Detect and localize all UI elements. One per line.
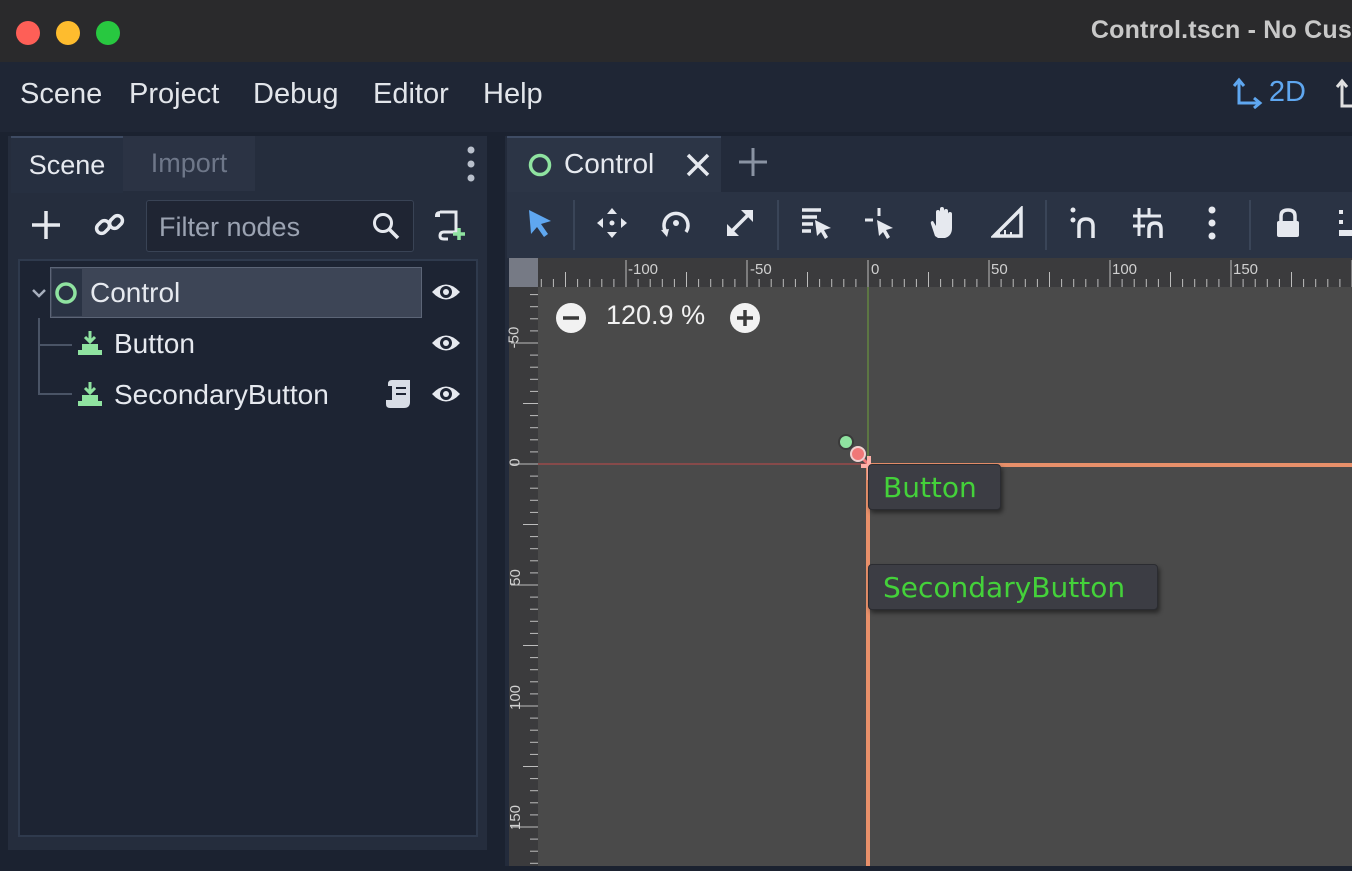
tree-label-control: Control — [90, 277, 181, 308]
ruler-v-label: 100 — [507, 684, 525, 711]
control-node-icon — [528, 153, 552, 177]
menu-help[interactable]: Help — [483, 78, 543, 111]
tree-label-secondary-button[interactable]: SecondaryButton — [114, 379, 329, 411]
ruler-v-label: 0 — [506, 458, 524, 467]
lock-icon[interactable] — [1271, 206, 1305, 240]
2d-axis-icon — [1232, 77, 1263, 109]
tab-scene[interactable]: Scene — [11, 136, 123, 193]
add-node-icon[interactable] — [30, 209, 62, 241]
ruler-tool-icon[interactable] — [991, 206, 1025, 240]
snap-options-icon[interactable] — [1195, 206, 1229, 240]
ruler-h-label: -100 — [628, 261, 659, 278]
minimize-window-button[interactable] — [56, 21, 80, 45]
3d-axis-icon — [1335, 78, 1352, 108]
zoom-in-icon[interactable] — [729, 302, 761, 334]
pivot-handle — [838, 434, 854, 450]
ruler-h-label: 100 — [1112, 261, 1138, 278]
menu-editor[interactable]: Editor — [373, 78, 449, 111]
tree-label-button[interactable]: Button — [114, 328, 195, 360]
vertical-ruler: -50 0 50 100 150 — [505, 287, 538, 866]
pivot-mode-icon[interactable] — [863, 206, 897, 240]
move-mode-icon[interactable] — [595, 206, 629, 240]
ruler-h-label: 50 — [991, 261, 1008, 278]
close-window-button[interactable] — [16, 21, 40, 45]
tree-guide-line — [38, 393, 72, 395]
button-node-icon — [78, 331, 102, 355]
canvas-button-secondary[interactable]: SecondaryButton — [868, 564, 1158, 610]
tree-guide-line — [38, 318, 40, 394]
collapse-arrow-icon[interactable] — [30, 284, 48, 302]
select-mode-icon[interactable] — [523, 206, 557, 240]
toolbar-separator — [777, 200, 779, 250]
ruler-h-label: -50 — [750, 261, 772, 278]
tab-control-scene[interactable]: Control — [507, 136, 721, 194]
tab-import[interactable]: Import — [123, 136, 255, 191]
zoom-window-button[interactable] — [96, 21, 120, 45]
toolbar-separator — [573, 200, 575, 250]
toolbar-separator — [1249, 200, 1251, 250]
anchor-handle — [850, 446, 866, 462]
ruler-h-label: 0 — [871, 261, 880, 278]
horizontal-ruler-ticks — [540, 260, 1352, 287]
canvas-overlay — [509, 258, 1352, 866]
mode-3d-button[interactable] — [1334, 76, 1352, 116]
pan-hand-icon[interactable] — [927, 206, 961, 240]
ruler-corner[interactable] — [509, 258, 538, 287]
attach-script-icon[interactable] — [434, 208, 468, 242]
list-select-icon[interactable] — [799, 206, 833, 240]
button-node-icon — [78, 382, 102, 406]
visibility-eye-icon[interactable] — [430, 330, 462, 356]
ruler-h-label: 150 — [1233, 261, 1259, 278]
visibility-eye-icon[interactable] — [430, 279, 462, 305]
scale-mode-icon[interactable] — [723, 206, 757, 240]
canvas-button-button[interactable]: Button — [868, 464, 1001, 510]
script-icon[interactable] — [384, 378, 414, 410]
title-bar: Control.tscn - No Cus — [0, 0, 1352, 63]
canvas-toolbar — [507, 192, 1352, 258]
ruler-v-label: -50 — [505, 326, 523, 349]
new-scene-tab-icon[interactable] — [737, 146, 769, 178]
menu-debug[interactable]: Debug — [253, 78, 338, 111]
dock-menu-icon[interactable] — [466, 144, 476, 184]
mode-2d-button[interactable]: 2D — [1232, 76, 1306, 109]
rotate-mode-icon[interactable] — [659, 206, 693, 240]
filter-nodes-input[interactable] — [157, 209, 361, 245]
menu-bar: Scene Project Debug Editor Help 2D — [0, 62, 1352, 132]
smart-snap-icon[interactable] — [1067, 206, 1101, 240]
visibility-eye-icon[interactable] — [430, 381, 462, 407]
link-icon[interactable] — [93, 208, 127, 242]
filter-nodes-field[interactable] — [146, 200, 414, 252]
tree-guide-line — [38, 344, 72, 346]
2d-canvas[interactable]: Button SecondaryButton — [509, 258, 1352, 866]
ruler-v-label: 50 — [506, 569, 524, 586]
menu-scene[interactable]: Scene — [20, 78, 102, 111]
zoom-level-label[interactable]: 120.9 % — [606, 300, 705, 331]
window-title: Control.tscn - No Cus — [1090, 16, 1352, 44]
horizontal-ruler: -100 -50 0 50 100 150 — [538, 258, 1352, 287]
search-icon — [373, 213, 400, 240]
control-node-icon — [55, 282, 77, 304]
close-tab-icon[interactable] — [685, 152, 711, 178]
grid-snap-icon[interactable] — [1131, 206, 1165, 240]
menu-project[interactable]: Project — [129, 78, 219, 111]
scene-tab-label: Control — [564, 148, 655, 179]
mode-2d-label: 2D — [1268, 76, 1306, 108]
toolbar-separator — [1045, 200, 1047, 250]
ruler-v-label: 150 — [507, 804, 525, 831]
zoom-out-icon[interactable] — [555, 302, 587, 334]
group-icon[interactable] — [1335, 206, 1352, 240]
